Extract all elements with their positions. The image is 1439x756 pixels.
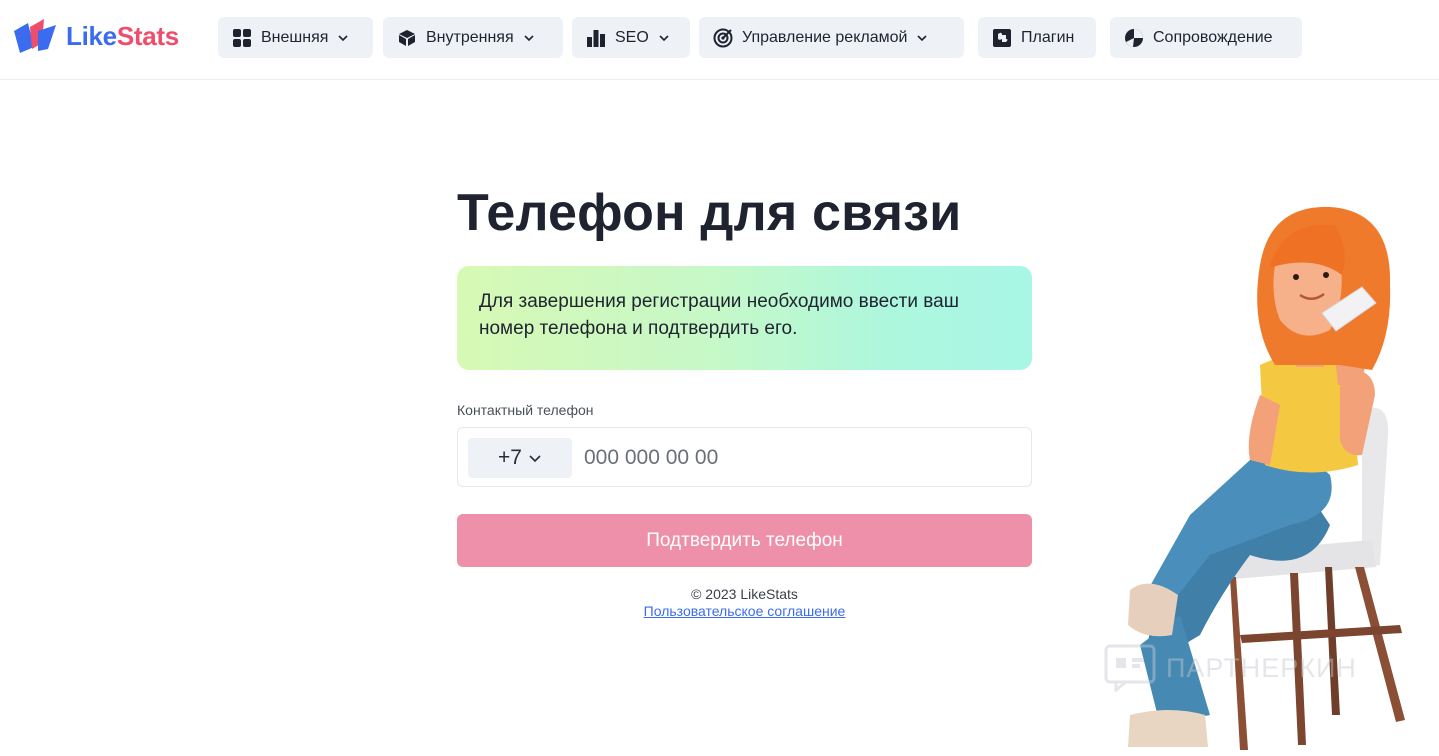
nav-seo-label: SEO (615, 28, 649, 46)
nav-external-label: Внешняя (261, 28, 329, 46)
nav-internal[interactable]: Внутренняя (383, 17, 563, 58)
logo-text: LikeStats (66, 21, 179, 52)
grid-icon (232, 28, 252, 48)
nav-seo[interactable]: SEO (572, 17, 690, 58)
phone-input[interactable] (584, 438, 1014, 478)
watermark-logo-icon (1104, 644, 1156, 692)
bar-chart-icon (586, 28, 606, 48)
logo[interactable]: LikeStats (12, 16, 179, 56)
nav-external[interactable]: Внешняя (218, 17, 373, 58)
target-icon (713, 28, 733, 48)
pie-chart-icon (1124, 28, 1144, 48)
confirm-phone-button[interactable]: Подтвердить телефон (457, 514, 1032, 567)
chevron-down-icon (658, 32, 670, 44)
chevron-down-icon (528, 451, 542, 465)
chevron-down-icon (523, 32, 535, 44)
nav-plugin[interactable]: Плагин (978, 17, 1096, 58)
cube-icon (397, 28, 417, 48)
nav-ads-management-label: Управление рекламой (742, 28, 908, 46)
phone-field: +7 (457, 427, 1032, 487)
nav-support[interactable]: Сопровождение (1110, 17, 1302, 58)
chevron-down-icon (916, 32, 928, 44)
watermark-text: ПАРТНЕРКИН (1166, 652, 1357, 683)
logo-text-stats: Stats (116, 20, 179, 51)
logo-icon (14, 19, 56, 53)
watermark: ПАРТНЕРКИН (1104, 643, 1357, 693)
puzzle-icon (992, 28, 1012, 48)
nav-plugin-label: Плагин (1021, 28, 1075, 46)
nav-internal-label: Внутренняя (426, 28, 514, 46)
nav-ads-management[interactable]: Управление рекламой (699, 17, 964, 58)
country-code-value: +7 (498, 446, 522, 469)
copyright-text: © 2023 LikeStats (691, 586, 798, 602)
chevron-down-icon (337, 32, 349, 44)
user-agreement-link[interactable]: Пользовательское соглашение (457, 603, 1032, 619)
notice-text: Для завершения регистрации необходимо вв… (479, 291, 959, 339)
country-code-select[interactable]: +7 (468, 438, 572, 478)
phone-label: Контактный телефон (457, 402, 594, 418)
logo-text-like: Like (66, 20, 117, 51)
page-title: Телефон для связи (457, 184, 962, 242)
info-notice: Для завершения регистрации необходимо вв… (457, 266, 1032, 370)
top-header: LikeStats Внешняя Внутренняя SEO Управле… (0, 0, 1439, 80)
nav-support-label: Сопровождение (1153, 28, 1273, 46)
